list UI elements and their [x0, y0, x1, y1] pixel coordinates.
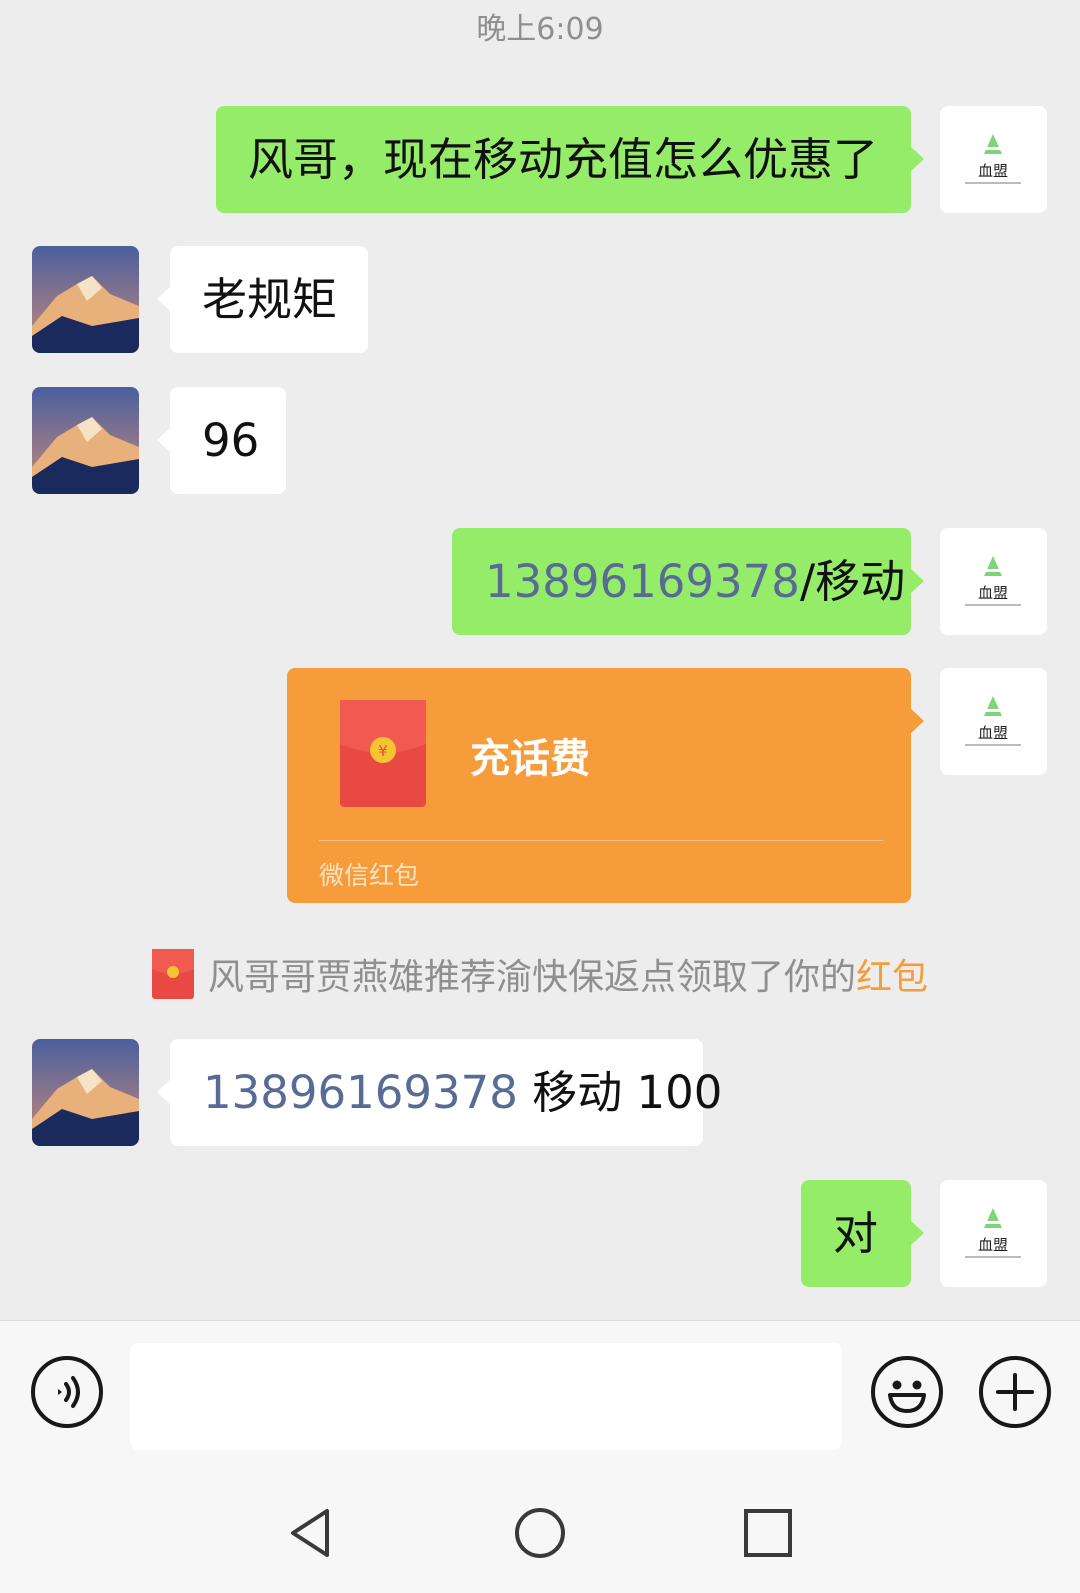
red-packet-link[interactable]: 红包 [856, 957, 928, 998]
red-packet-label: 微信红包 [319, 861, 420, 890]
system-nav-bar [0, 1465, 1080, 1593]
svg-text:血盟: 血盟 [978, 1236, 1008, 1254]
red-packet-icon: ¥ [340, 700, 426, 807]
message-text: /移动 [799, 555, 906, 608]
system-message: 风哥哥贾燕雄推荐渝快保返点领取了你的红包 [0, 948, 1080, 1000]
message-text: 风哥，现在移动充值怎么优惠了 [248, 133, 879, 186]
self-avatar[interactable]: 血盟 [940, 528, 1047, 635]
message-bubble-incoming[interactable]: 96 [157, 387, 286, 494]
message-text: 老规矩 [202, 273, 338, 326]
message-bubble-incoming[interactable]: 13896169378 移动 100 [157, 1039, 722, 1146]
message-bubble-outgoing[interactable]: 对 [801, 1180, 924, 1287]
contact-avatar[interactable] [32, 387, 139, 494]
red-packet-card[interactable]: ¥ 充话费 微信红包 [287, 668, 924, 903]
svg-text:血盟: 血盟 [978, 162, 1008, 180]
message-text: 96 [202, 414, 260, 467]
message-text: 对 [833, 1207, 879, 1260]
red-packet-title: 充话费 [470, 736, 590, 782]
red-packet-divider [319, 840, 883, 841]
contact-avatar[interactable] [32, 246, 139, 353]
home-icon[interactable] [512, 1505, 568, 1561]
message-text: 移动 100 [517, 1066, 723, 1119]
phone-number-link[interactable]: 13896169378 [203, 1066, 518, 1119]
svg-text:¥: ¥ [378, 742, 388, 760]
voice-icon[interactable] [30, 1355, 104, 1429]
svg-text:血盟: 血盟 [978, 584, 1008, 602]
self-avatar[interactable]: 血盟 [940, 668, 1047, 775]
message-bubble-outgoing[interactable]: 13896169378/移动 [452, 528, 924, 635]
chat-area: 晚上6:09 风哥，现在移动充值怎么优惠了 血盟 老规矩 96 13896169… [0, 0, 1080, 1320]
message-bubble-incoming[interactable]: 老规矩 [157, 246, 368, 353]
plus-icon[interactable] [978, 1355, 1052, 1429]
contact-avatar[interactable] [32, 1039, 139, 1146]
red-packet-small-icon [151, 949, 194, 999]
message-timestamp: 晚上6:09 [476, 12, 604, 47]
phone-number-link[interactable]: 13896169378 [485, 555, 800, 608]
recents-icon[interactable] [740, 1505, 796, 1561]
self-avatar[interactable]: 血盟 [940, 106, 1047, 213]
self-avatar[interactable]: 血盟 [940, 1180, 1047, 1287]
message-bubble-outgoing[interactable]: 风哥，现在移动充值怎么优惠了 [216, 106, 924, 213]
emoji-icon[interactable] [870, 1355, 944, 1429]
system-message-text: 风哥哥贾燕雄推荐渝快保返点领取了你的 [207, 957, 856, 998]
svg-text:血盟: 血盟 [978, 724, 1008, 742]
back-icon[interactable] [285, 1505, 341, 1561]
input-bar [0, 1320, 1080, 1466]
message-input[interactable] [130, 1343, 842, 1450]
